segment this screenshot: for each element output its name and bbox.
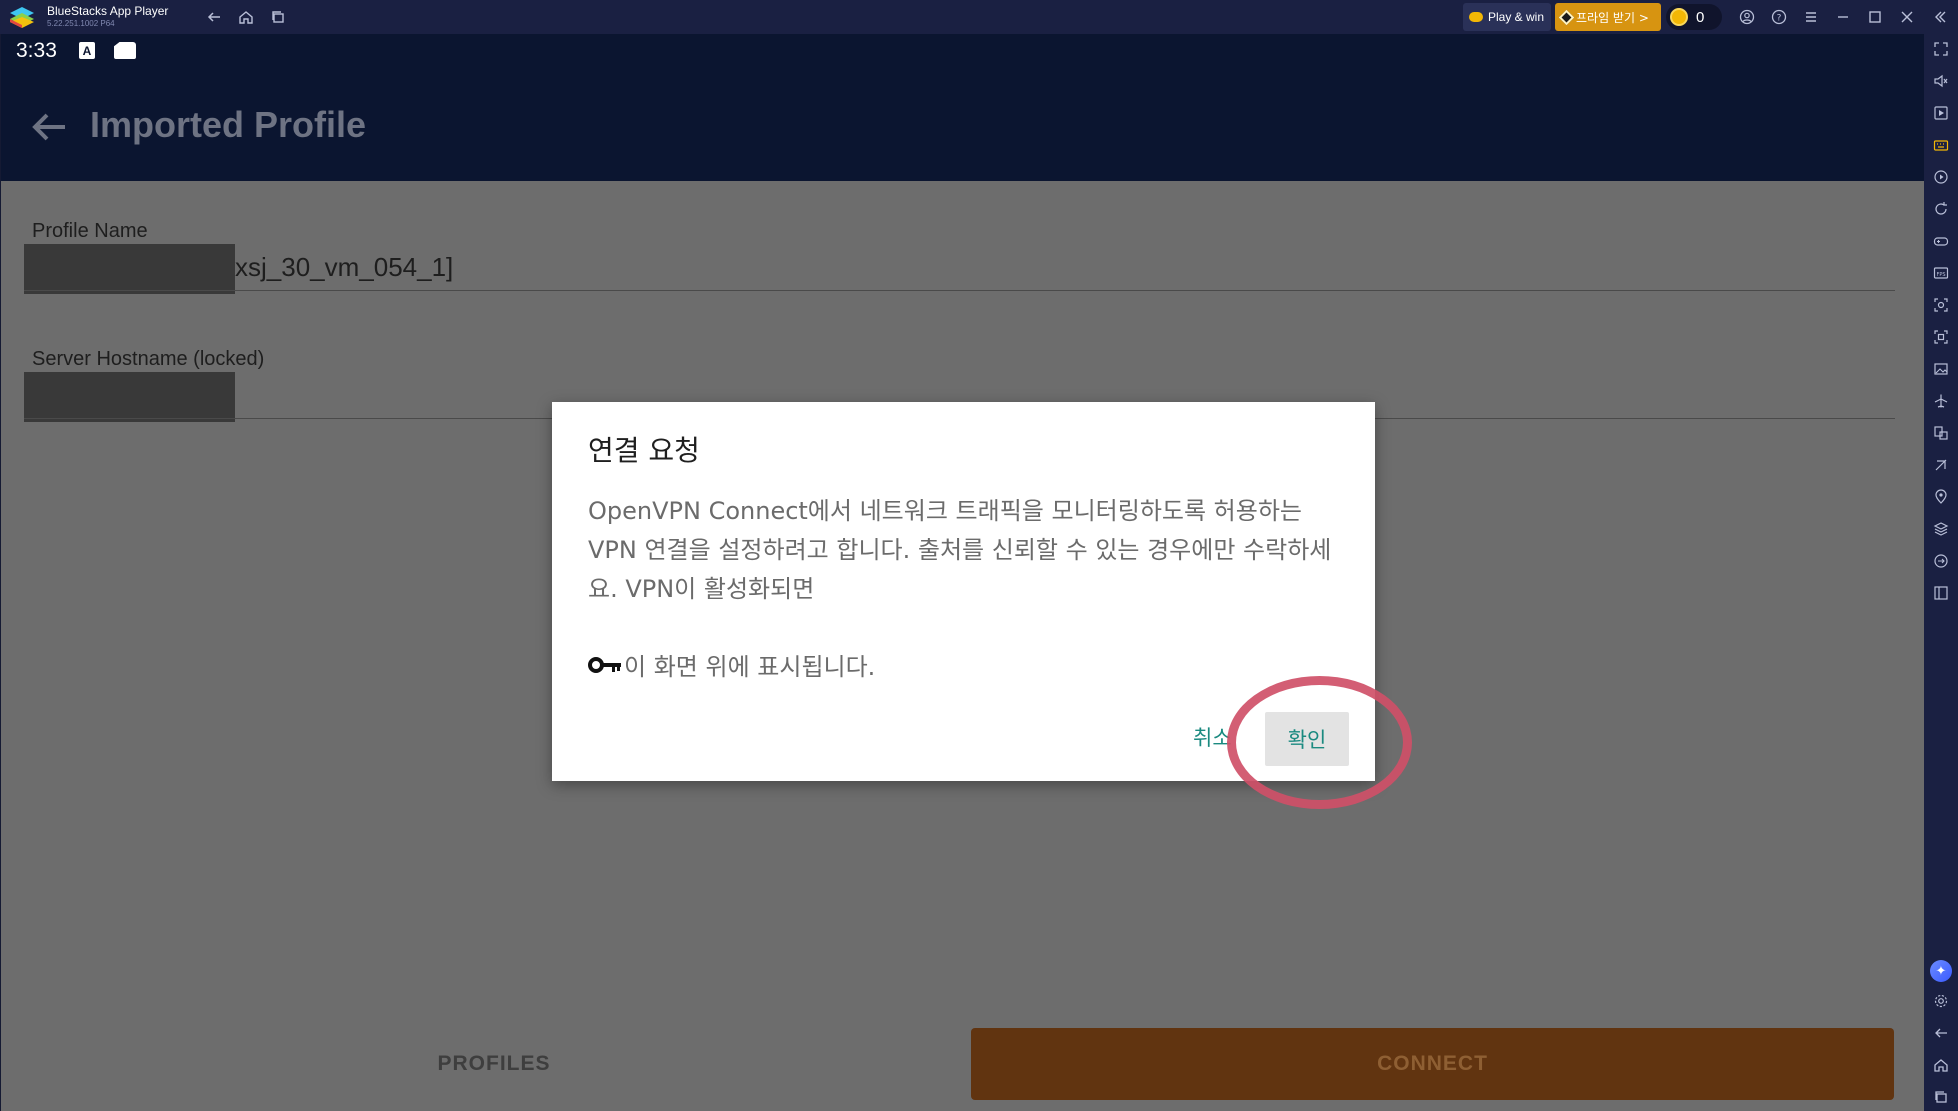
minimize-icon[interactable] <box>1833 7 1853 27</box>
diamond-icon <box>1558 9 1575 25</box>
coin-count: 0 <box>1696 8 1705 26</box>
gamepad-icon <box>1469 12 1483 22</box>
sidebar-toggle-icon[interactable] <box>1932 584 1950 602</box>
coin-icon <box>1670 8 1688 26</box>
profile-name-label: Profile Name <box>32 220 148 242</box>
status-clock: 3:33 <box>16 39 57 62</box>
prime-promo-label: 프라임 받기 > <box>1576 10 1649 25</box>
eco-mode-icon[interactable] <box>1932 456 1950 474</box>
collapse-sidebar-icon[interactable] <box>1930 7 1950 27</box>
android-recents-icon[interactable] <box>1932 1088 1950 1106</box>
svg-text:FPS: FPS <box>1936 272 1945 278</box>
dialog-key-note: 이 화면 위에 표시됩니다. <box>588 647 875 682</box>
media-manager-icon[interactable] <box>1932 104 1950 122</box>
maximize-icon[interactable] <box>1865 7 1885 27</box>
android-home-icon[interactable] <box>1932 1056 1950 1074</box>
help-icon[interactable]: ? <box>1769 7 1789 27</box>
sync-icon[interactable] <box>1932 552 1950 570</box>
screen-record-icon[interactable] <box>1932 328 1950 346</box>
profile-name-underline <box>24 290 1895 291</box>
play-and-win-button[interactable]: Play & win <box>1463 3 1551 31</box>
home-icon[interactable] <box>236 7 256 27</box>
keyboard-status-icon: A <box>79 42 95 59</box>
account-icon[interactable] <box>1737 7 1757 27</box>
rotate-icon[interactable] <box>1932 200 1950 218</box>
app-bar: 3:33 A Imported Profile <box>1 34 1924 181</box>
play-and-win-label: Play & win <box>1488 10 1545 24</box>
cancel-button[interactable]: 취소 <box>1193 722 1232 752</box>
profile-name-value[interactable]: xsj_30_vm_054_1] <box>235 252 453 283</box>
fps-icon[interactable]: FPS <box>1932 264 1950 282</box>
layers-icon[interactable] <box>1932 520 1950 538</box>
profiles-button[interactable]: PROFILES <box>24 1028 964 1100</box>
gamepad-icon[interactable] <box>1932 232 1950 250</box>
title-bar: BlueStacks App Player 5.22.251.1002 P64 … <box>0 0 1958 34</box>
close-icon[interactable] <box>1897 7 1917 27</box>
settings-icon[interactable] <box>1932 992 1950 1010</box>
prime-promo-button[interactable]: 프라임 받기 > <box>1555 3 1661 31</box>
sd-card-icon <box>114 42 136 59</box>
android-back-icon[interactable] <box>1932 1024 1950 1042</box>
app-name: BlueStacks App Player <box>47 4 169 18</box>
screenshot-icon[interactable] <box>1932 296 1950 314</box>
app-version: 5.22.251.1002 P64 <box>47 19 115 28</box>
fullscreen-icon[interactable] <box>1932 40 1950 58</box>
dialog-key-note-text: 이 화면 위에 표시됩니다. <box>624 653 876 681</box>
bluestacks-logo-icon <box>10 7 34 28</box>
key-icon <box>588 656 621 673</box>
volume-icon[interactable] <box>1932 72 1950 90</box>
dialog-message: OpenVPN Connect에서 네트워크 트래픽을 모니터링하도록 허용하는… <box>588 497 1332 603</box>
keyboard-controls-icon[interactable] <box>1932 136 1950 154</box>
back-icon[interactable] <box>204 7 224 27</box>
right-sidebar: FPS ✦ <box>1924 34 1958 1111</box>
back-arrow-icon[interactable] <box>29 107 69 147</box>
page-title: Imported Profile <box>90 104 367 145</box>
menu-icon[interactable] <box>1801 7 1821 27</box>
status-bar: 3:33 A <box>1 34 1924 68</box>
ai-assistant-icon[interactable]: ✦ <box>1930 960 1952 982</box>
gallery-icon[interactable] <box>1932 360 1950 378</box>
highlight-ring <box>1227 676 1412 809</box>
airplane-icon[interactable] <box>1932 392 1950 410</box>
recent-apps-icon[interactable] <box>268 7 288 27</box>
connect-button[interactable]: CONNECT <box>971 1028 1894 1100</box>
coin-balance[interactable]: 0 <box>1666 4 1722 30</box>
redacted-block <box>24 244 235 294</box>
svg-text:?: ? <box>1777 14 1782 24</box>
dialog-title: 연결 요청 <box>588 434 700 467</box>
server-hostname-label: Server Hostname (locked) <box>32 348 265 370</box>
location-icon[interactable] <box>1932 488 1950 506</box>
multi-instance-icon[interactable] <box>1932 424 1950 442</box>
macro-play-icon[interactable] <box>1932 168 1950 186</box>
redacted-block <box>24 372 235 422</box>
